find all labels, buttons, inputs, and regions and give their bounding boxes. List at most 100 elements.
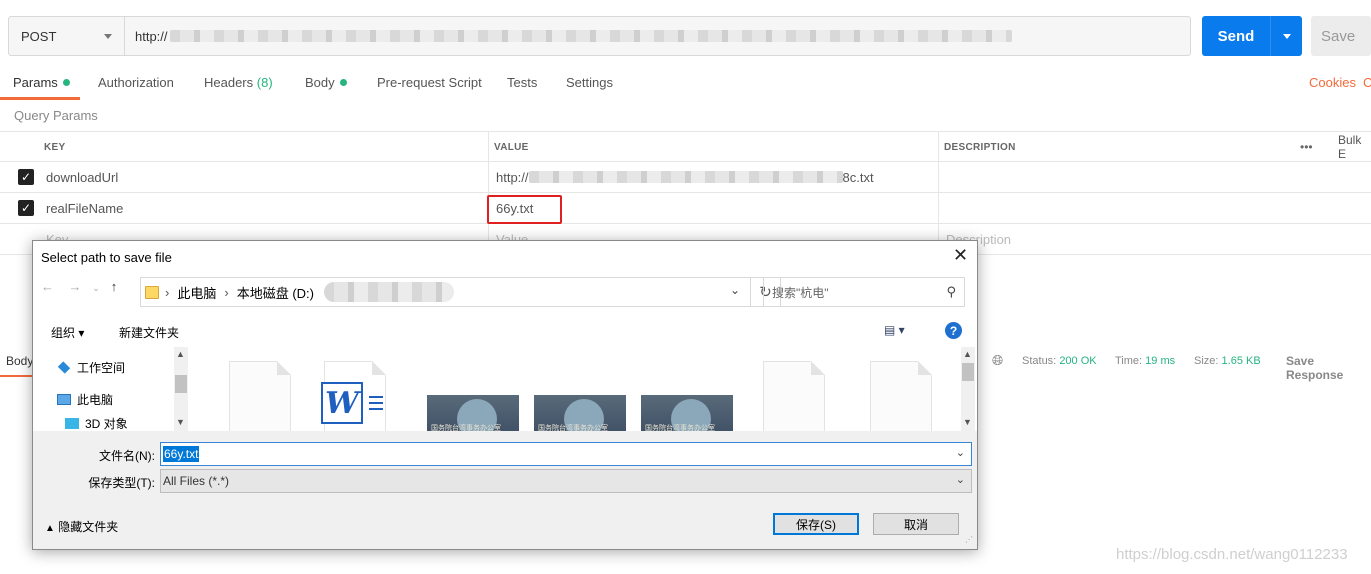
star-icon: [57, 361, 71, 374]
dialog-toolbar: 组织 ▾ 新建文件夹 ▤ ▾ ?: [33, 317, 977, 347]
hide-folders-toggle[interactable]: ▲ 隐藏文件夹: [45, 518, 118, 535]
files-scrollbar[interactable]: ▲ ▼: [961, 347, 975, 431]
blank-file-icon[interactable]: [870, 361, 932, 431]
close-icon[interactable]: ✕: [953, 245, 968, 266]
folder-icon: [145, 285, 159, 299]
image-thumbnail[interactable]: 国务院台湾事务办公室: [641, 395, 733, 431]
active-dot-icon: [62, 79, 70, 86]
search-input[interactable]: 搜索"杭电" ⚲: [763, 277, 965, 307]
send-button[interactable]: Send: [1202, 16, 1302, 56]
scroll-down-icon[interactable]: ▼: [176, 417, 185, 427]
chevron-up-icon: ▲: [45, 523, 55, 534]
active-dot-icon: [339, 79, 347, 86]
headers-count: (8): [256, 75, 273, 90]
query-params-label: Query Params: [14, 108, 98, 123]
organize-menu[interactable]: 组织 ▾: [51, 324, 84, 341]
up-arrow-icon[interactable]: ↑: [111, 279, 118, 294]
tab-label: Tests: [507, 75, 538, 90]
word-file-icon[interactable]: W: [321, 361, 386, 431]
image-thumbnail[interactable]: 国务院台湾事务办公室: [534, 395, 626, 431]
breadcrumb-this-pc[interactable]: 此电脑: [177, 283, 216, 302]
bulk-edit-link[interactable]: Bulk E: [1338, 132, 1371, 162]
file-list: W 国务院台湾事务办公室 国务院台湾事务办公室 国务院台湾事务办公室: [191, 347, 961, 431]
filetype-select[interactable]: All Files (*.*) ⌄: [160, 469, 972, 493]
tab-tests[interactable]: Tests: [507, 75, 537, 90]
status-readout: Status: 200 OK: [1022, 355, 1097, 367]
row-enabled-checkbox[interactable]: ✓: [18, 169, 34, 185]
tab-pre-request-script[interactable]: Pre-request Script: [377, 75, 482, 90]
cookies-link[interactable]: Cookies: [1309, 75, 1356, 90]
tab-label: Headers: [204, 75, 254, 90]
navigation-pane: 工作空间 此电脑 3D 对象 ▲ ▼: [33, 347, 190, 431]
computer-icon: [57, 394, 71, 405]
filename-label: 文件名(N):: [99, 449, 155, 463]
method-label: POST: [21, 28, 57, 44]
send-options-dropdown[interactable]: [1271, 16, 1302, 56]
tab-label: Params: [13, 75, 58, 90]
thumbnail-caption: 国务院台湾事务办公室: [538, 425, 608, 431]
request-bar: POST http://: [8, 16, 1191, 56]
search-placeholder: 搜索"杭电": [772, 285, 829, 300]
scroll-up-icon[interactable]: ▲: [176, 349, 185, 359]
scroll-down-icon[interactable]: ▼: [963, 417, 972, 427]
help-icon[interactable]: ?: [945, 322, 962, 339]
time-readout: Time: 19 ms: [1115, 355, 1175, 367]
nav-item-3d-objects[interactable]: 3D 对象: [65, 415, 128, 432]
request-tabs: Params Authorization Headers (8) Body Pr…: [0, 70, 1371, 100]
tab-authorization[interactable]: Authorization: [98, 75, 174, 90]
scroll-up-icon[interactable]: ▲: [963, 349, 972, 359]
chevron-down-icon: [1282, 33, 1291, 39]
row-enabled-checkbox[interactable]: ✓: [18, 200, 34, 216]
highlight-box: [487, 195, 562, 224]
save-response-button[interactable]: Save Response: [1286, 354, 1371, 382]
value-redacted: [528, 171, 843, 183]
nav-scrollbar[interactable]: ▲ ▼: [174, 347, 188, 431]
response-body-tab[interactable]: Body: [6, 354, 33, 368]
chevron-down-icon: ⌄: [955, 474, 965, 486]
size-readout: Size: 1.65 KB: [1194, 355, 1261, 367]
address-bar[interactable]: › 此电脑 › 本地磁盘 (D:) ⌄: [140, 277, 751, 307]
filetype-value: All Files (*.*): [163, 474, 230, 488]
tab-settings[interactable]: Settings: [566, 75, 613, 90]
url-input[interactable]: http://: [125, 17, 1190, 55]
more-options-icon[interactable]: •••: [1300, 132, 1313, 162]
new-folder-button[interactable]: 新建文件夹: [119, 324, 179, 341]
nav-item-workspace[interactable]: 工作空间: [57, 359, 125, 376]
back-arrow-icon[interactable]: ←: [41, 279, 54, 294]
method-select[interactable]: POST: [9, 17, 125, 55]
thumbnail-caption: 国务院台湾事务办公室: [645, 425, 715, 431]
save-file-button[interactable]: 保存(S): [773, 513, 859, 535]
nav-item-label: 工作空间: [77, 361, 126, 375]
filetype-label: 保存类型(T):: [88, 476, 155, 490]
filename-input[interactable]: 66y.txt ⌄: [160, 442, 972, 466]
resize-grip-icon[interactable]: ⋰: [965, 535, 973, 544]
blank-file-icon[interactable]: [229, 361, 291, 431]
breadcrumb-drive-d[interactable]: 本地磁盘 (D:): [237, 283, 314, 302]
chevron-down-icon[interactable]: ⌄: [956, 446, 965, 459]
tab-params[interactable]: Params: [13, 75, 70, 90]
globe-icon[interactable]: 🌐︎: [992, 352, 1003, 369]
recent-chevron-icon[interactable]: ⌄: [92, 283, 100, 293]
url-redacted: [169, 30, 1012, 42]
doc-lines: [369, 396, 383, 398]
description-header: DESCRIPTION: [944, 141, 1016, 153]
time-value: 19 ms: [1145, 355, 1176, 367]
chevron-down-icon[interactable]: ⌄: [730, 283, 740, 297]
tab-body[interactable]: Body: [305, 75, 347, 90]
code-link[interactable]: C: [1363, 75, 1371, 90]
dialog-title: Select path to save file: [41, 250, 172, 265]
nav-item-this-pc[interactable]: 此电脑: [57, 391, 113, 408]
cancel-button[interactable]: 取消: [873, 513, 959, 535]
image-thumbnail[interactable]: 国务院台湾事务办公室: [427, 395, 519, 431]
tab-headers[interactable]: Headers (8): [204, 75, 273, 90]
scroll-thumb[interactable]: [175, 375, 187, 393]
save-button[interactable]: Save: [1311, 16, 1371, 56]
param-key[interactable]: downloadUrl: [46, 162, 118, 192]
scroll-thumb[interactable]: [962, 363, 974, 381]
chevron-right-icon: ›: [165, 284, 170, 300]
param-value[interactable]: http:// 8c.txt: [496, 162, 874, 192]
blank-file-icon[interactable]: [763, 361, 825, 431]
param-key[interactable]: realFileName: [46, 193, 123, 223]
view-options-icon[interactable]: ▤ ▾: [884, 323, 905, 337]
forward-arrow-icon[interactable]: →: [68, 279, 81, 294]
